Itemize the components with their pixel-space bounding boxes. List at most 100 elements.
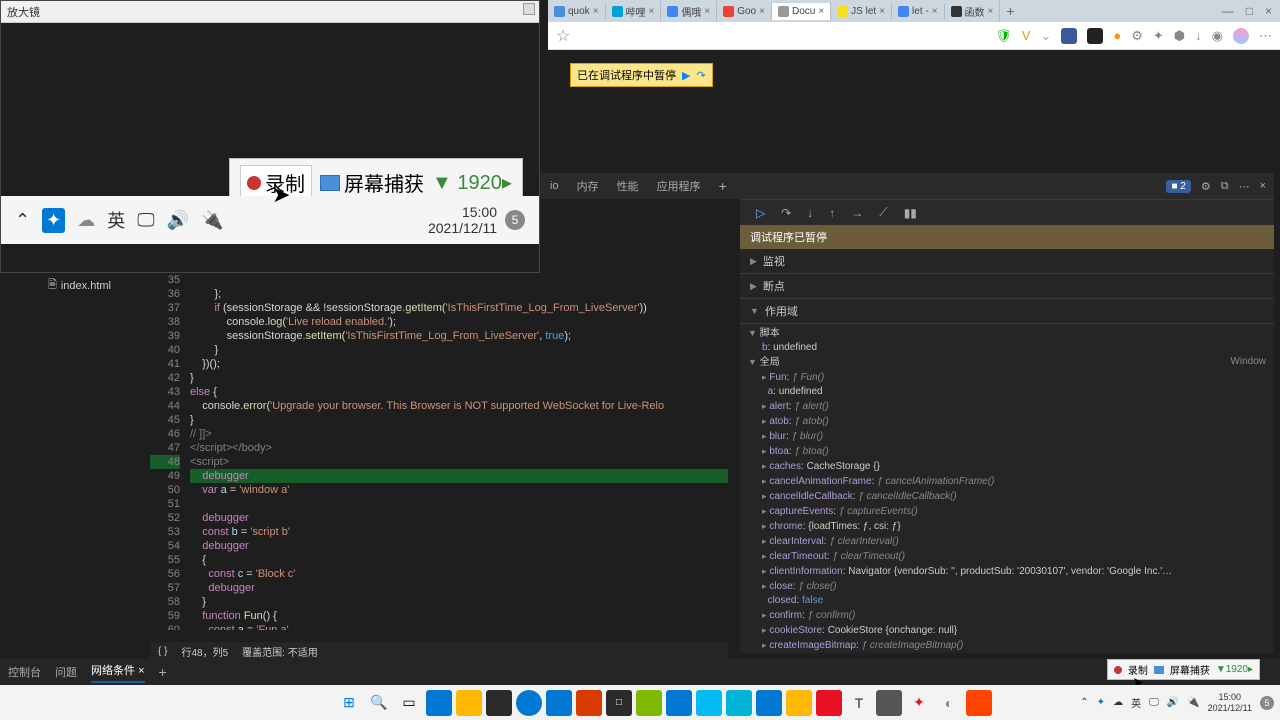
taskbar-app[interactable]: ◐ bbox=[936, 690, 962, 716]
watch-section[interactable]: ▶监视 bbox=[740, 249, 1274, 274]
cloud-icon[interactable]: ☁ bbox=[77, 210, 95, 231]
clock[interactable]: 15:00 2021/12/11 bbox=[1208, 692, 1252, 714]
code-editor[interactable]: 3536373839404142434445464748495051525354… bbox=[150, 273, 728, 630]
close-icon[interactable]: × bbox=[649, 6, 655, 17]
down-icon[interactable]: ⌄ bbox=[1040, 28, 1051, 44]
screen-capture-button[interactable]: 屏幕捕获 bbox=[320, 168, 424, 197]
scope-section[interactable]: ▼作用域 bbox=[740, 299, 1274, 324]
devtools-tab[interactable]: io bbox=[550, 180, 559, 192]
close-icon[interactable]: × bbox=[818, 6, 824, 17]
close-icon[interactable]: × bbox=[1265, 4, 1272, 18]
window-title-bar[interactable]: 放大镜 bbox=[1, 1, 539, 23]
tray-icon[interactable]: ✦ bbox=[1097, 697, 1105, 708]
network-conditions-tab[interactable]: 网络条件 × bbox=[91, 662, 145, 683]
taskbar-app[interactable] bbox=[726, 690, 752, 716]
step-button[interactable]: → bbox=[851, 206, 863, 220]
network-icon[interactable]: 🖵 bbox=[1149, 697, 1159, 708]
browser-tab[interactable]: Goo× bbox=[717, 3, 772, 20]
bracket-indicator[interactable]: { } bbox=[158, 646, 167, 657]
tray-icon[interactable]: ✦ bbox=[42, 208, 65, 233]
taskbar-app[interactable]: □ bbox=[606, 690, 632, 716]
shield-icon[interactable]: 🛡 bbox=[995, 28, 1012, 44]
step-out-button[interactable]: ↑ bbox=[829, 206, 835, 220]
gear-icon[interactable]: ⚙ bbox=[1201, 180, 1211, 193]
browser-tab[interactable]: JS let× bbox=[831, 3, 892, 20]
extension-icon[interactable] bbox=[1061, 28, 1077, 44]
notification-badge[interactable]: 5 bbox=[1260, 696, 1274, 710]
browser-tab[interactable]: 函数× bbox=[945, 1, 1001, 22]
browser-tab-active[interactable]: Docu× bbox=[772, 3, 831, 20]
browser-tab[interactable]: let -× bbox=[892, 3, 945, 20]
dock-icon[interactable]: ⧉ bbox=[1221, 180, 1229, 193]
file-tree-item[interactable]: 🗎 index.html bbox=[48, 276, 111, 295]
close-icon[interactable]: × bbox=[988, 6, 994, 17]
taskbar-app[interactable] bbox=[486, 690, 512, 716]
search-button[interactable]: 🔍 bbox=[366, 690, 392, 716]
gear-icon[interactable]: ⚙ bbox=[1131, 28, 1143, 44]
notification-badge[interactable]: 5 bbox=[505, 210, 525, 230]
taskbar-app[interactable] bbox=[426, 690, 452, 716]
ime-indicator[interactable]: 英 bbox=[107, 207, 125, 233]
browser-tab[interactable]: 哔哩× bbox=[606, 1, 662, 22]
close-icon[interactable]: × bbox=[932, 6, 938, 17]
add-tab-icon[interactable]: + bbox=[159, 664, 167, 680]
issues-tab[interactable]: 问题 bbox=[55, 664, 77, 680]
ime-indicator[interactable]: 英 bbox=[1131, 695, 1141, 710]
close-icon[interactable]: × bbox=[593, 6, 599, 17]
extension-icon[interactable]: ◉ bbox=[1212, 28, 1223, 44]
volume-icon[interactable]: 🔊 bbox=[167, 210, 189, 231]
v-icon[interactable]: V bbox=[1022, 28, 1031, 44]
browser-tab[interactable]: 偶哦× bbox=[661, 1, 717, 22]
menu-icon[interactable]: ⋯ bbox=[1259, 28, 1272, 44]
devtools-tab[interactable]: 内存 bbox=[577, 178, 599, 194]
pause-exceptions-button[interactable]: ▮▮ bbox=[904, 206, 917, 220]
chevron-up-icon[interactable]: ⌃ bbox=[15, 210, 30, 231]
issues-badge[interactable]: ■ 2 bbox=[1166, 180, 1190, 193]
taskbar-app[interactable]: ✦ bbox=[906, 690, 932, 716]
close-icon[interactable]: × bbox=[138, 665, 144, 677]
resolution-label[interactable]: ▼ 1920▸ bbox=[432, 170, 512, 195]
monitor-icon[interactable]: 🖵 bbox=[137, 210, 154, 231]
capture-button[interactable]: 屏幕捕获 bbox=[1170, 662, 1210, 677]
step-over-button[interactable]: ↷ bbox=[781, 206, 791, 220]
cloud-icon[interactable]: ☁ bbox=[1113, 697, 1123, 708]
resolution-label[interactable]: ▼1920▸ bbox=[1216, 664, 1253, 675]
avatar[interactable] bbox=[1233, 28, 1249, 44]
task-view-button[interactable]: ▭ bbox=[396, 690, 422, 716]
add-tab-icon[interactable]: + bbox=[719, 178, 727, 194]
taskbar-app[interactable] bbox=[516, 690, 542, 716]
close-icon[interactable] bbox=[523, 3, 535, 15]
taskbar-app[interactable] bbox=[576, 690, 602, 716]
step-into-button[interactable]: ↓ bbox=[807, 206, 813, 220]
taskbar-app[interactable] bbox=[696, 690, 722, 716]
taskbar-app[interactable] bbox=[786, 690, 812, 716]
devtools-tab[interactable]: 应用程序 bbox=[657, 178, 701, 194]
deactivate-breakpoints-button[interactable]: ⟋ bbox=[879, 205, 887, 220]
step-icon[interactable]: ↷ bbox=[696, 69, 705, 82]
star-icon[interactable]: ✦ bbox=[1153, 28, 1164, 44]
console-tab[interactable]: 控制台 bbox=[8, 664, 41, 680]
menu-icon[interactable]: ⋯ bbox=[1239, 180, 1250, 193]
close-icon[interactable]: × bbox=[879, 6, 885, 17]
start-button[interactable]: ⊞ bbox=[336, 690, 362, 716]
taskbar-app[interactable] bbox=[756, 690, 782, 716]
battery-icon[interactable]: 🔌 bbox=[201, 210, 223, 231]
taskbar-app[interactable] bbox=[966, 690, 992, 716]
taskbar-app[interactable]: T bbox=[846, 690, 872, 716]
taskbar-app[interactable] bbox=[876, 690, 902, 716]
download-icon[interactable]: ↓ bbox=[1195, 28, 1202, 44]
extension-icon[interactable]: ● bbox=[1113, 28, 1121, 44]
close-icon[interactable]: × bbox=[759, 6, 765, 17]
maximize-icon[interactable]: □ bbox=[1246, 4, 1253, 18]
taskbar-app[interactable] bbox=[636, 690, 662, 716]
extension-icon[interactable]: ⬢ bbox=[1174, 28, 1185, 44]
taskbar-app[interactable] bbox=[546, 690, 572, 716]
taskbar-app[interactable] bbox=[816, 690, 842, 716]
close-icon[interactable]: × bbox=[1260, 180, 1266, 192]
devtools-tab[interactable]: 性能 bbox=[617, 178, 639, 194]
resume-icon[interactable]: ▶ bbox=[682, 69, 690, 82]
chevron-up-icon[interactable]: ⌃ bbox=[1080, 697, 1088, 708]
minimize-icon[interactable]: — bbox=[1222, 4, 1234, 18]
new-tab-button[interactable]: + bbox=[1000, 3, 1020, 19]
star-icon[interactable]: ☆ bbox=[556, 26, 570, 46]
